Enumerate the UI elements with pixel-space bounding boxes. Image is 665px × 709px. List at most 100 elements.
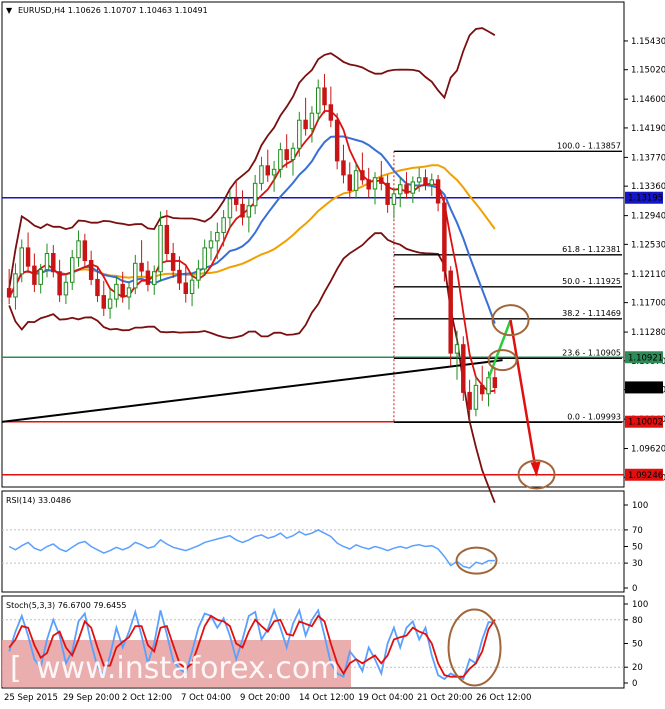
- y-tick-label: 1.15430: [631, 37, 665, 47]
- fib-label: 23.6 - 1.10905: [562, 348, 621, 357]
- price-tag-label: 1.13195: [628, 194, 663, 204]
- candle-body: [385, 182, 390, 205]
- candle-body: [297, 119, 302, 149]
- candle-body: [120, 283, 125, 298]
- rsi-tick-label: 100: [632, 501, 648, 511]
- candle-body: [95, 278, 100, 297]
- candle-body: [151, 271, 157, 285]
- y-tick-label: 1.12110: [631, 270, 665, 280]
- candle-body: [360, 170, 365, 181]
- rsi-tick-label: 70: [632, 526, 643, 536]
- candle-body: [416, 177, 422, 183]
- stoch-tick-label: 100: [632, 600, 648, 610]
- y-tick-label: 1.12530: [631, 240, 665, 250]
- candle-body: [88, 260, 94, 280]
- price-tag-label: 1.10002: [628, 418, 663, 428]
- y-tick-label: 1.12940: [631, 212, 665, 222]
- candle-body: [328, 104, 334, 121]
- rsi-tick-label: 0: [632, 584, 637, 594]
- candle-body: [334, 119, 340, 162]
- rsi-tick-label: 30: [632, 559, 643, 569]
- candle-body: [215, 231, 220, 242]
- stoch-tick-label: 0: [632, 679, 637, 689]
- candle-body: [404, 184, 409, 194]
- candle-body: [19, 247, 25, 275]
- candle-body: [309, 112, 315, 130]
- chart-window: 100.0 - 1.13857 61.8 - 1.12381 50.0 - 1.11…: [0, 0, 665, 705]
- candle-body: [259, 165, 264, 184]
- candle-body: [397, 184, 403, 195]
- candle-body: [322, 87, 327, 106]
- candle-body: [353, 170, 359, 191]
- chart-canvas: 100.0 - 1.13857 61.8 - 1.12381 50.0 - 1.11…: [1, 1, 665, 703]
- watermark-text: [: [10, 651, 22, 686]
- dropdown-arrow-icon[interactable]: ▼: [6, 6, 13, 15]
- candle-body: [170, 253, 176, 271]
- price-tag-label: 1.10491: [628, 383, 663, 393]
- candle-body: [467, 391, 472, 410]
- candle-body: [13, 273, 18, 298]
- candle-body: [429, 179, 435, 186]
- candle-body: [233, 198, 239, 205]
- fib-label: 0.0 - 1.09993: [567, 412, 621, 421]
- price-tag-label: 1.10921: [628, 353, 663, 363]
- main-panel-frame: [1, 1, 625, 488]
- candle-body: [391, 193, 397, 205]
- fib-label: 61.8 - 1.12381: [562, 245, 621, 254]
- candle-body: [278, 149, 283, 170]
- candle-body: [114, 283, 119, 300]
- watermark-url: www.instaforex.com: [36, 651, 339, 686]
- candle-body: [51, 253, 56, 273]
- x-tick-label: 25 Sep 2015: [4, 693, 58, 703]
- fib-label: 50.0 - 1.11925: [562, 277, 621, 286]
- candle-body: [271, 168, 277, 176]
- x-tick-label: 21 Oct 20:00: [417, 693, 472, 703]
- rsi-title: RSI(14) 33.0486: [6, 496, 71, 505]
- y-tick-label: 1.13770: [631, 153, 665, 163]
- x-tick-label: 9 Oct 20:00: [240, 693, 290, 703]
- candle-body: [57, 271, 62, 296]
- candle-body: [372, 177, 378, 190]
- candle-body: [32, 265, 37, 285]
- fib-label: 100.0 - 1.13857: [557, 141, 621, 150]
- candle-body: [442, 202, 447, 272]
- candle-body: [448, 270, 453, 354]
- candle-body: [69, 257, 75, 283]
- y-tick-label: 1.11280: [631, 328, 665, 338]
- candle-body: [107, 298, 113, 309]
- stoch-tick-label: 80: [632, 616, 643, 626]
- candle-body: [139, 262, 144, 272]
- candle-body: [240, 203, 245, 218]
- candle-body: [25, 247, 31, 267]
- candle-body: [454, 344, 460, 354]
- candle-body: [82, 240, 88, 262]
- candle-body: [227, 198, 233, 219]
- y-tick-label: 1.15020: [631, 66, 665, 76]
- stoch-title: Stoch(5,3,3) 76.6700 79.6455: [6, 601, 126, 610]
- rsi-tick-label: 50: [632, 543, 643, 553]
- stoch-tick-label: 20: [632, 663, 643, 673]
- candle-body: [379, 177, 384, 184]
- y-tick-label: 1.14190: [631, 124, 665, 134]
- candle-body: [189, 279, 195, 294]
- candle-body: [133, 262, 138, 289]
- candle-body: [252, 182, 258, 207]
- candle-body: [366, 179, 371, 190]
- candle-body: [486, 377, 491, 395]
- rsi-panel-frame: [1, 490, 625, 593]
- candle-body: [164, 224, 170, 254]
- candle-body: [246, 205, 252, 218]
- x-tick-label: 14 Oct 12:00: [299, 693, 354, 703]
- x-tick-label: 29 Sep 20:00: [63, 693, 120, 703]
- x-tick-label: 26 Oct 12:00: [476, 693, 531, 703]
- y-tick-label: 1.13360: [631, 182, 665, 192]
- y-tick-label: 1.14600: [631, 95, 665, 105]
- candle-body: [208, 240, 214, 249]
- candle-body: [38, 269, 43, 285]
- candle-body: [183, 282, 189, 294]
- candle-body: [6, 288, 12, 298]
- candle-body: [423, 177, 428, 186]
- candle-body: [76, 240, 81, 259]
- candle-body: [473, 384, 479, 410]
- candle-body: [410, 181, 416, 194]
